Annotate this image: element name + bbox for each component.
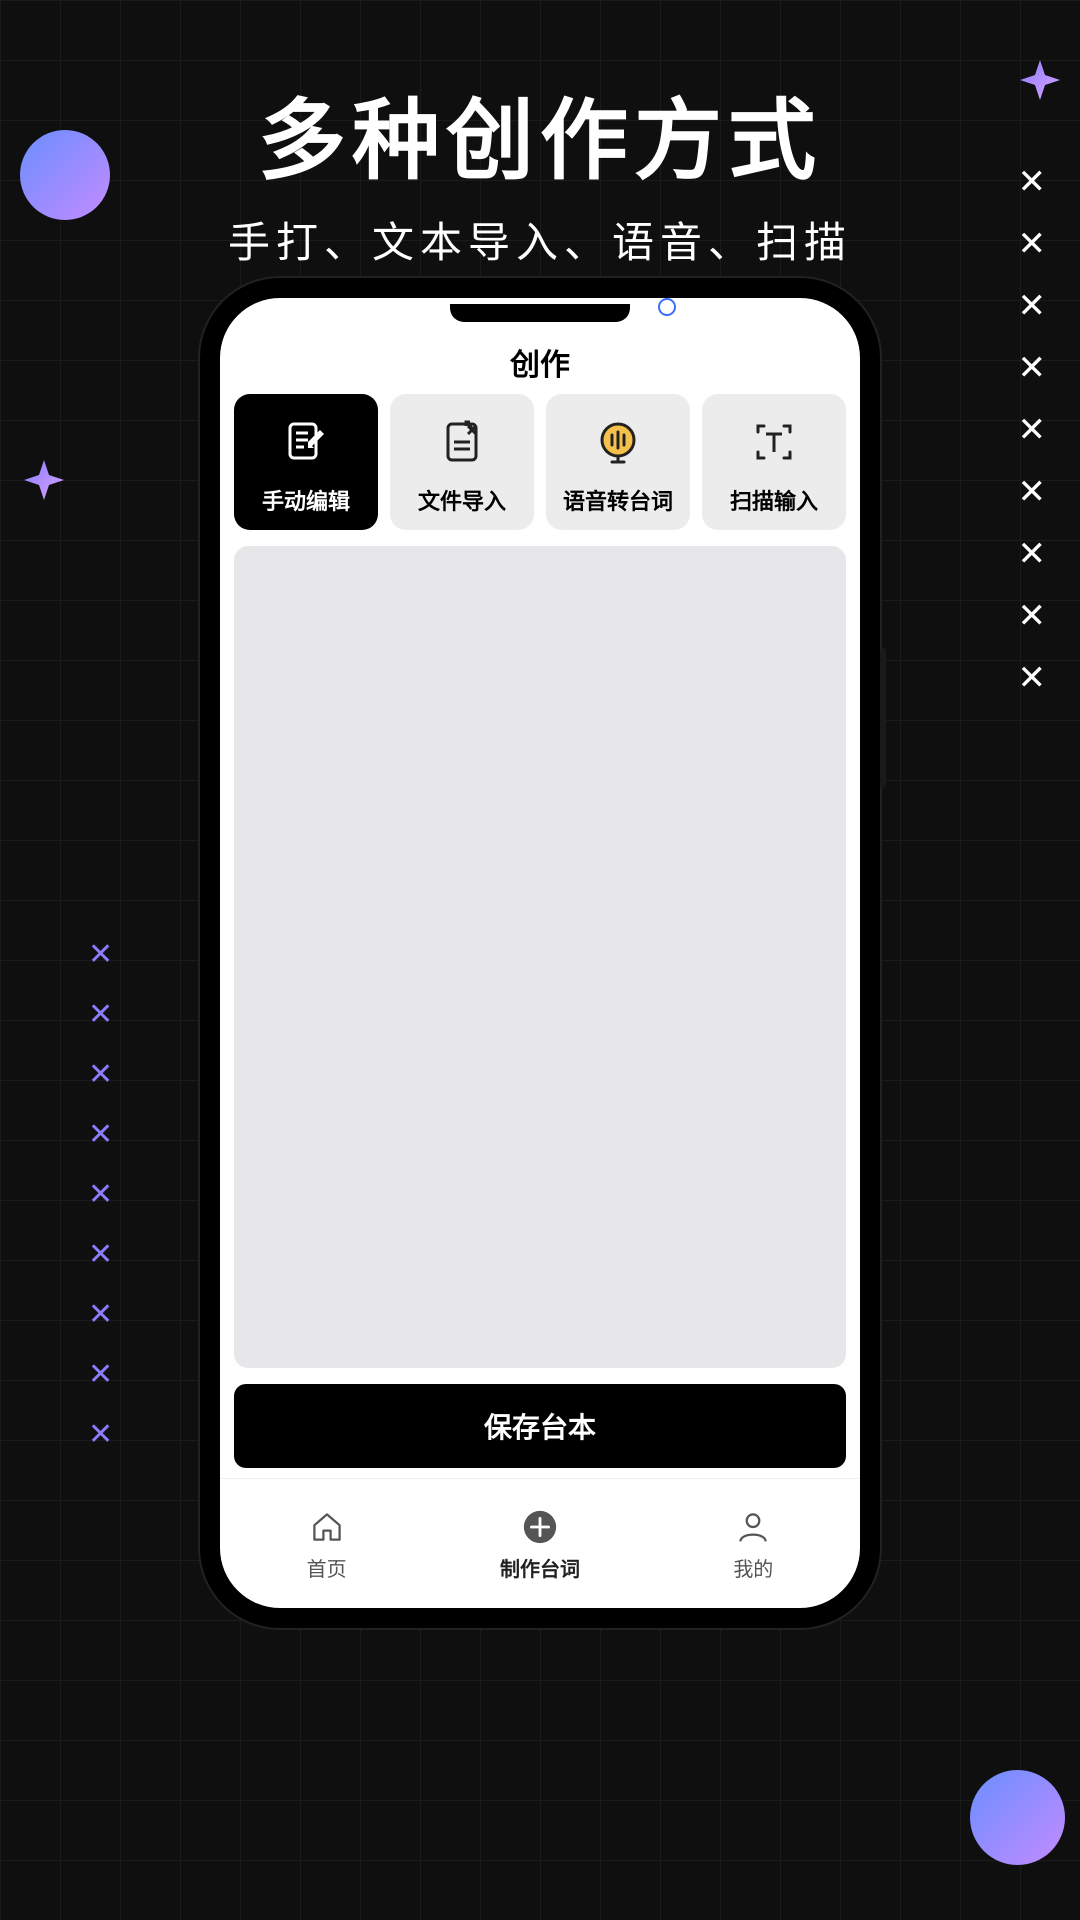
- page-title: 创作: [220, 328, 860, 394]
- editor-area[interactable]: [234, 546, 846, 1368]
- x-mark-icon: ✕: [1018, 413, 1047, 447]
- nav-label: 首页: [307, 1553, 347, 1582]
- x-mark-icon: ✕: [1018, 537, 1047, 571]
- nav-item[interactable]: 我的: [647, 1479, 860, 1608]
- tab-label: 扫描输入: [730, 484, 818, 516]
- x-mark-icon: ✕: [1018, 351, 1047, 385]
- scan-text-icon: [746, 414, 802, 470]
- x-mark-icon: ✕: [88, 1000, 113, 1030]
- x-mark-icon: ✕: [1018, 661, 1047, 695]
- headline-subtitle: 手打、文本导入、语音、扫描: [0, 209, 1080, 270]
- phone-side-button: [880, 648, 886, 788]
- save-button[interactable]: 保存台本: [234, 1384, 846, 1468]
- tab-label: 文件导入: [418, 484, 506, 516]
- creation-mode-tab[interactable]: 手动编辑: [234, 394, 378, 530]
- x-mark-icon: ✕: [88, 1180, 113, 1210]
- tab-label: 语音转台词: [563, 484, 673, 516]
- profile-icon: [731, 1505, 775, 1549]
- x-mark-icon: ✕: [88, 1300, 113, 1330]
- decorative-x-column: ✕ ✕ ✕ ✕ ✕ ✕ ✕ ✕ ✕: [88, 940, 113, 1450]
- file-import-icon: [434, 414, 490, 470]
- voice-icon: [590, 414, 646, 470]
- marketing-headline: 多种创作方式 手打、文本导入、语音、扫描: [0, 70, 1080, 270]
- x-mark-icon: ✕: [1018, 475, 1047, 509]
- add-circle-icon: [518, 1505, 562, 1549]
- bottom-navigation: 首页 制作台词 我的: [220, 1478, 860, 1608]
- phone-notch: [450, 304, 630, 322]
- creation-mode-tab[interactable]: 扫描输入: [702, 394, 846, 530]
- home-icon: [305, 1505, 349, 1549]
- nav-item[interactable]: 首页: [220, 1479, 433, 1608]
- x-mark-icon: ✕: [88, 1420, 113, 1450]
- creation-mode-tab[interactable]: 文件导入: [390, 394, 534, 530]
- x-mark-icon: ✕: [88, 1240, 113, 1270]
- x-mark-icon: ✕: [88, 1060, 113, 1090]
- nav-item[interactable]: 制作台词: [433, 1479, 646, 1608]
- x-mark-icon: ✕: [88, 940, 113, 970]
- phone-mockup: 创作 手动编辑 文件导入 语音转台词 扫描输入 保存台本 首页 制作台词 我的: [200, 278, 880, 1628]
- x-mark-icon: ✕: [1018, 599, 1047, 633]
- headline-title: 多种创作方式: [0, 70, 1080, 197]
- x-mark-icon: ✕: [1018, 289, 1047, 323]
- x-mark-icon: ✕: [88, 1360, 113, 1390]
- tab-label: 手动编辑: [262, 484, 350, 516]
- creation-mode-tab[interactable]: 语音转台词: [546, 394, 690, 530]
- phone-screen: 创作 手动编辑 文件导入 语音转台词 扫描输入 保存台本 首页 制作台词 我的: [220, 298, 860, 1608]
- nav-label: 制作台词: [500, 1553, 580, 1582]
- nav-label: 我的: [733, 1553, 773, 1582]
- creation-mode-tabs: 手动编辑 文件导入 语音转台词 扫描输入: [220, 394, 860, 530]
- decorative-circle: [970, 1770, 1065, 1865]
- edit-doc-icon: [278, 414, 334, 470]
- x-mark-icon: ✕: [88, 1120, 113, 1150]
- sparkle-icon: [24, 460, 64, 500]
